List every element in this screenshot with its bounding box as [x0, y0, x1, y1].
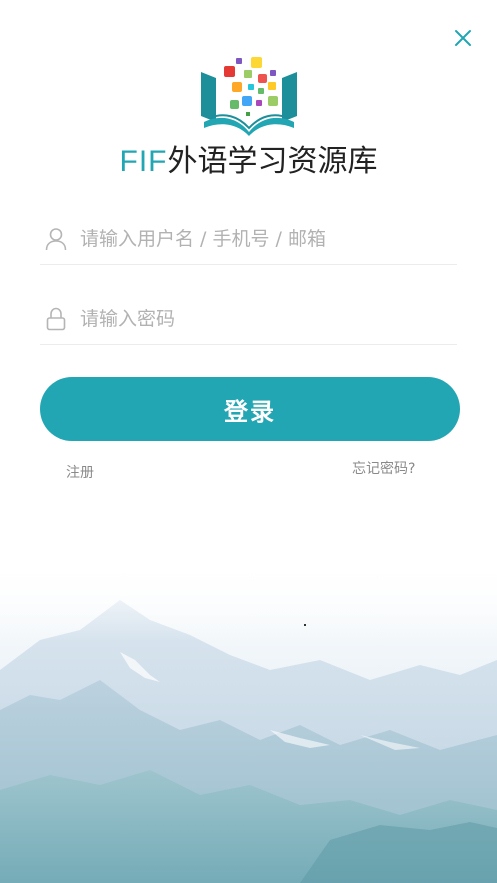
lock-icon: [44, 307, 68, 331]
login-button[interactable]: 登录: [40, 377, 460, 441]
background-speck: [304, 624, 306, 626]
mountain-background: [0, 560, 497, 883]
username-input[interactable]: [80, 219, 457, 259]
password-field: [40, 294, 457, 345]
register-link[interactable]: 注册: [66, 462, 94, 482]
app-title-prefix: FIF: [119, 145, 168, 178]
close-icon: [455, 30, 471, 46]
app-title-suffix: 外语学习资源库: [167, 144, 378, 179]
password-input[interactable]: [80, 299, 457, 339]
user-icon: [44, 227, 68, 251]
close-button[interactable]: [449, 24, 477, 52]
forgot-password-link[interactable]: 忘记密码?: [352, 458, 415, 478]
username-field: [40, 214, 457, 265]
book-logo-icon: [201, 57, 297, 136]
app-title: FIF外语学习资源库: [0, 142, 497, 182]
